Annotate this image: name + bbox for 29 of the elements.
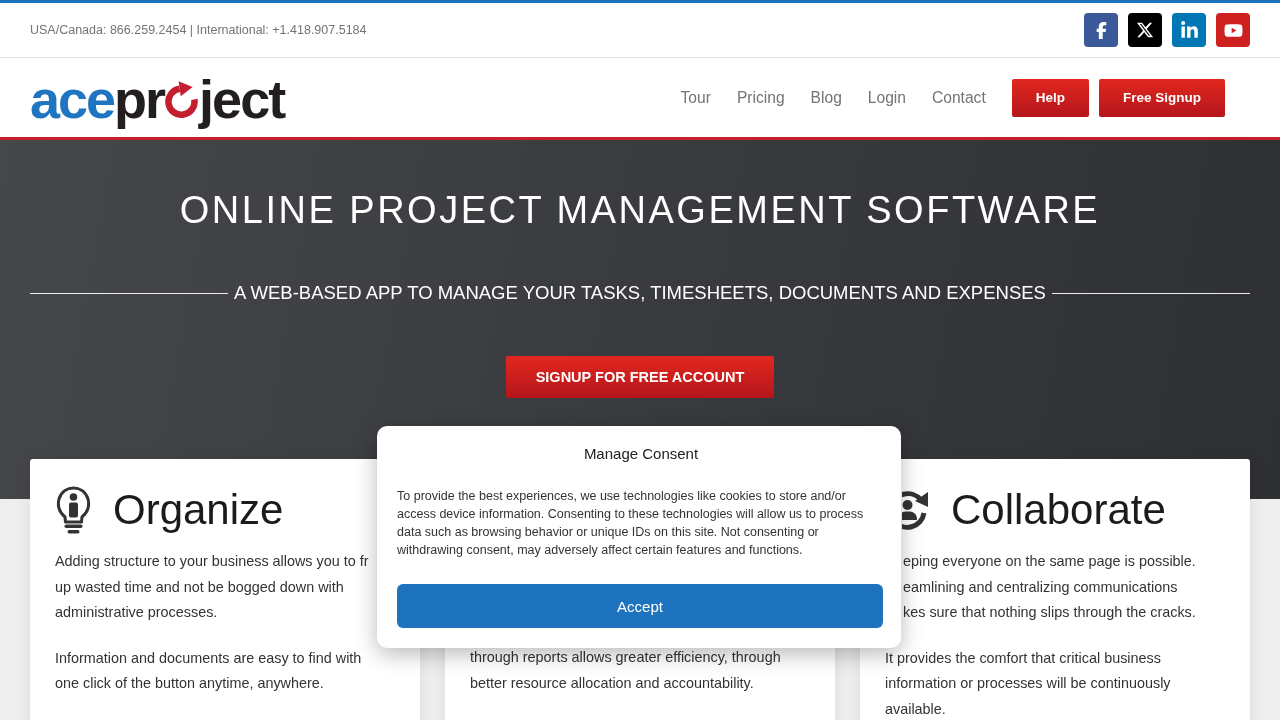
hero-subtitle: A WEB-BASED APP TO MANAGE YOUR TASKS, TIMESHEETS, DOCUMENTS AND EXPENSES	[234, 282, 1046, 304]
card-title: Organize	[113, 485, 284, 535]
nav-link[interactable]: Blog	[810, 88, 842, 107]
dialog-title: Manage Consent	[583, 444, 699, 464]
contact-phone-numbers: USA/Canada: 866.259.2454 | International: +1.418.907.5184	[30, 23, 367, 37]
help-button[interactable]: Help	[1011, 78, 1089, 117]
signup-cta-button[interactable]: SIGNUP FOR FREE ACCOUNT	[505, 356, 775, 398]
card-paragraph: It provides the comfort that critical business information or processes will be continuously available.	[885, 648, 1171, 719]
lightbulb-person-icon	[55, 486, 92, 534]
logo-text[interactable]: acepr	[30, 69, 165, 128]
hero-title: ONLINE PROJECT MANAGEMENT SOFTWARE	[179, 188, 1101, 233]
nav-link[interactable]: Tour	[680, 88, 711, 107]
nav-link[interactable]: Contact	[931, 88, 986, 107]
card-paragraph: Information and documents are easy to find with one click of the button anytime, anywhere.	[55, 648, 362, 693]
logo-text[interactable]: ject	[199, 69, 285, 128]
signup-button[interactable]: Free Signup	[1099, 78, 1225, 117]
linkedin-icon[interactable]	[1172, 13, 1206, 47]
dialog-message: To provide the best experiences, we use technologies like cookies to store and/or access device information. Consenting to these technologies will allow us to process data such as browsing behavior or unique IDs on this site. Not consenting or withdrawing consent, may adversely affect certain features and functions.	[397, 488, 865, 559]
card-paragraph: through reports allows greater efficiency, through better resource allocation and accountability.	[470, 648, 781, 693]
nav-link[interactable]: Login	[867, 88, 906, 107]
nav-link[interactable]: Pricing	[736, 88, 785, 107]
card-paragraph: eping everyone on the same page is possible. eamlining and centralizing communications kes sure that nothing slips through the cracks.	[903, 552, 1196, 622]
accept-button[interactable]: Accept	[397, 584, 883, 628]
card-paragraph: Adding structure to your business allows you to fr up wasted time and not be bogged down with administrative processes.	[55, 552, 369, 622]
circular-arrow-icon	[165, 80, 199, 118]
x-icon[interactable]	[1128, 13, 1162, 47]
youtube-icon[interactable]	[1216, 13, 1250, 47]
card-title: Collaborate	[951, 485, 1166, 535]
facebook-icon[interactable]	[1084, 13, 1118, 47]
